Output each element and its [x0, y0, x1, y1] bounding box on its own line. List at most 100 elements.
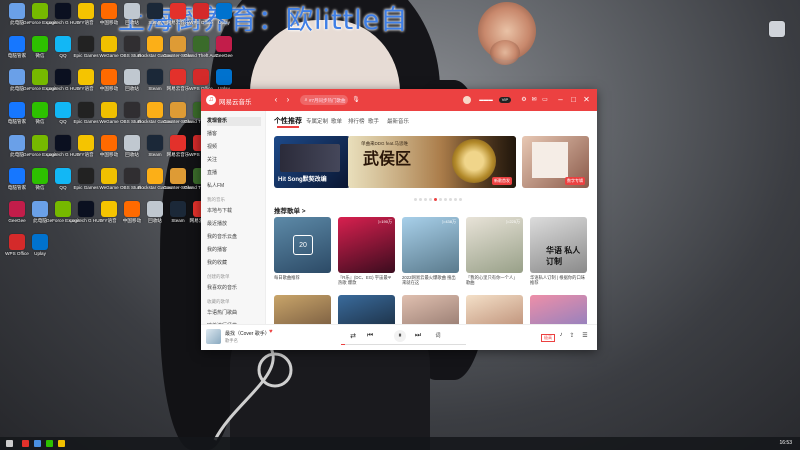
cover-text: 华语 私人订制 [546, 246, 581, 266]
playlist-card[interactable] [338, 295, 395, 324]
now-playing-artist[interactable]: 歌手名 [225, 338, 238, 344]
pagination-dot[interactable] [459, 198, 462, 201]
microphone-icon[interactable]: 🎙 [351, 95, 361, 105]
sidebar-item[interactable]: 播客 [207, 130, 261, 139]
pagination-dot[interactable] [444, 198, 447, 201]
pagination-dot[interactable] [434, 198, 437, 201]
minimize-button[interactable]: – [556, 94, 565, 105]
pagination-dot[interactable] [414, 198, 417, 201]
avatar[interactable] [463, 96, 471, 104]
pagination-dot[interactable] [449, 198, 452, 201]
settings-icon[interactable]: ⚙ [519, 95, 529, 105]
playlist-card[interactable]: ▷190万『R乐』(DC、EG) 宇宙最Ψ热歌 爆款 [338, 217, 395, 286]
banner-right[interactable]: 数字专辑 [522, 136, 589, 188]
sidebar-item[interactable]: 我的播客 [207, 246, 261, 255]
playlist-card[interactable]: ▷438万 2022网易云最火爆歌曲 搜出来就在这 [402, 217, 459, 286]
lyrics-icon[interactable]: 词 [433, 332, 443, 339]
sidebar-item[interactable]: 我的音乐云盘 [207, 233, 261, 242]
sidebar-item[interactable]: 关注 [207, 156, 261, 165]
sidebar-item[interactable]: 本地与下载 [207, 207, 261, 216]
playlist-cover [466, 295, 523, 324]
banner-title: 武侯区 [363, 149, 412, 168]
playlist-card[interactable]: ▷225万 「我的心里只有你一个人」 歌曲 [466, 217, 523, 286]
share-icon[interactable]: ⇪ [567, 332, 577, 339]
skin-icon[interactable]: ▭ [540, 95, 550, 105]
taskbar-app-1[interactable] [22, 440, 29, 447]
mail-icon[interactable]: ✉ [529, 95, 539, 105]
pagination-dot[interactable] [439, 198, 442, 201]
tab-4[interactable]: 歌手 [368, 117, 379, 125]
forward-arrow-icon[interactable]: › [283, 95, 293, 105]
sidebar-section-heading: 创建的歌单 [207, 274, 230, 279]
start-icon[interactable] [6, 440, 13, 447]
pagination-dot[interactable] [429, 198, 432, 201]
clock[interactable]: 16:53 [779, 440, 792, 446]
search-input[interactable] [300, 95, 348, 105]
calendar-icon: 20 [293, 235, 313, 255]
album-thumbnail[interactable] [206, 329, 221, 344]
close-button[interactable]: ✕ [582, 94, 591, 105]
playlist-icon[interactable]: ☰ [580, 332, 590, 339]
desktop-shortcut-recycle[interactable] [760, 20, 794, 51]
playlist-cover [530, 295, 587, 324]
sidebar-item[interactable]: 华语热门歌曲 [207, 309, 261, 318]
heart-icon[interactable]: ♥ [269, 329, 273, 335]
pagination-dot[interactable] [419, 198, 422, 201]
section-title-recommended[interactable]: 推荐歌单 > [274, 205, 306, 215]
sidebar-item[interactable]: 我的收藏 [207, 259, 261, 268]
playlist-card[interactable]: 20 每日歌曲推荐 [274, 217, 331, 286]
playlist-card[interactable] [402, 295, 459, 324]
desktop-shortcut[interactable]: Uplay [23, 233, 57, 264]
quality-badge[interactable]: 极高 [541, 334, 555, 342]
banner-pagination [414, 194, 464, 203]
tab-1[interactable]: 专属定制 [306, 117, 328, 125]
playlist-caption: 『R乐』(DC、EG) 宇宙最Ψ热歌 爆款 [338, 275, 392, 286]
tab-5[interactable]: 最新音乐 [387, 117, 409, 125]
desktop-shortcut[interactable]: GeeGee [207, 35, 241, 66]
playlist-card[interactable]: 华语 私人订制 华语私人订制 | 根据你的口味推荐 [530, 217, 587, 286]
banner-right-tag: 数字专辑 [565, 177, 585, 185]
banner-subtitle: 单曲来DDG feat.马思唯 [361, 141, 409, 146]
shortcut-label: GeeGee [215, 53, 233, 58]
back-arrow-icon[interactable]: ‹ [271, 95, 281, 105]
playlist-card[interactable] [274, 295, 331, 324]
username[interactable]: ▬▬▬ [473, 95, 499, 105]
sidebar-item[interactable]: 直播 [207, 169, 261, 178]
vip-badge[interactable]: VIP [499, 97, 511, 103]
now-playing-song[interactable]: 最找（Cover 歌手） [225, 330, 270, 337]
sidebar-section-heading: 收藏的歌单 [207, 299, 230, 304]
sidebar-item[interactable]: 最近播放 [207, 220, 261, 229]
app-logo-icon: ♫ [206, 95, 216, 105]
desktop-shortcut[interactable]: Uplay [207, 2, 241, 33]
taskbar-app-2[interactable] [34, 440, 41, 447]
sidebar-item[interactable]: 发现音乐 [207, 117, 261, 126]
tab-3[interactable]: 排行榜 [348, 117, 365, 125]
pagination-dot[interactable] [424, 198, 427, 201]
playlist-card[interactable] [466, 295, 523, 324]
playlist-cover: ▷190万 [338, 217, 395, 273]
main-content: 个性推荐 专属定制 歌单 排行榜 歌手 最新音乐 Hit Song默契改编 武侯区 单曲来… [266, 111, 597, 324]
next-icon[interactable]: ⏭ [413, 332, 423, 340]
banner-tag: 新歌首发 [492, 177, 512, 185]
sidebar-item[interactable]: 我喜欢的音乐 [207, 284, 261, 293]
taskbar-app-4[interactable] [58, 440, 65, 447]
app-icon [216, 3, 232, 19]
previous-icon[interactable]: ⏮ [365, 332, 375, 340]
banner-left[interactable]: Hit Song默契改编 [274, 136, 350, 188]
playlist-cover: 华语 私人订制 [530, 217, 587, 273]
play-pause-button[interactable]: ⏸ [394, 330, 406, 342]
play-count: ▷438万 [442, 219, 456, 224]
taskbar-app-3[interactable] [46, 440, 53, 447]
maximize-button[interactable]: □ [569, 94, 578, 105]
progress-bar[interactable] [341, 344, 466, 345]
playlist-card[interactable] [530, 295, 587, 324]
sound-effect-icon[interactable]: ♪ [556, 332, 566, 338]
tab-2[interactable]: 歌单 [331, 117, 342, 125]
tab-0[interactable]: 个性推荐 [274, 116, 302, 126]
sidebar-item[interactable]: 视频 [207, 143, 261, 152]
sidebar-item[interactable]: 私人FM [207, 182, 261, 191]
pagination-dot[interactable] [454, 198, 457, 201]
shuffle-icon[interactable]: ⇄ [348, 332, 358, 340]
banner-main[interactable]: 武侯区 单曲来DDG feat.马思唯 新歌首发 [348, 136, 516, 188]
playlist-caption: 2022网易云最火爆歌曲 搜出来就在这 [402, 275, 456, 286]
